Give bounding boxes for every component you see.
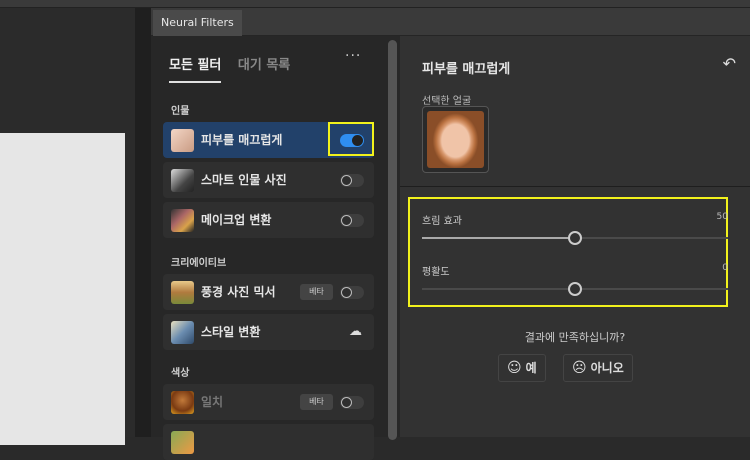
no-label: 아니오 (590, 361, 624, 375)
filter-label: 피부를 매끄럽게 (201, 133, 283, 147)
filter-thumbnail-icon (171, 431, 194, 454)
filter-label: 스타일 변환 (201, 325, 261, 339)
filter-label: 일치 (201, 395, 224, 409)
skin-thumbnail-icon (171, 129, 194, 152)
face-thumbnail (427, 111, 484, 168)
filter-item-harmonization[interactable]: 일치 베타 (163, 384, 374, 420)
smoothness-slider[interactable] (422, 282, 728, 296)
scrollbar[interactable] (386, 36, 400, 440)
filter-item-next[interactable] (163, 424, 374, 460)
smoothness-label: 평활도 (422, 267, 450, 278)
filter-toggle[interactable] (340, 214, 364, 227)
selected-face-label: 선택한 얼굴 (422, 96, 472, 107)
divider (400, 186, 750, 187)
more-options-icon[interactable]: ··· (345, 48, 361, 64)
filter-list-panel: 모든 필터 대기 목록 ··· 인물 피부를 매끄럽게 스마트 인물 사진 메이… (151, 36, 386, 460)
document-area (0, 8, 135, 445)
smoothness-value: 0 (722, 263, 728, 273)
slider-knob[interactable] (568, 231, 582, 245)
beta-badge: 베타 (300, 394, 333, 410)
blur-value: 50 (716, 212, 728, 222)
filter-label: 스마트 인물 사진 (201, 173, 287, 187)
filter-label: 메이크업 변환 (201, 213, 272, 227)
filter-item-smart-portrait[interactable]: 스마트 인물 사진 (163, 162, 374, 198)
tab-all-filters[interactable]: 모든 필터 (169, 54, 222, 83)
filter-toggle[interactable] (340, 174, 364, 187)
section-creative: 크리에이티브 (171, 258, 227, 269)
document-canvas[interactable] (0, 133, 125, 445)
blur-slider[interactable] (422, 231, 728, 245)
tab-wait-list[interactable]: 대기 목록 (238, 54, 290, 73)
filter-label: 풍경 사진 믹서 (201, 285, 276, 299)
beta-badge: 베타 (300, 284, 333, 300)
selected-face-button[interactable] (422, 106, 489, 173)
landscape-thumbnail-icon (171, 281, 194, 304)
style-thumbnail-icon (171, 321, 194, 344)
no-button[interactable]: ☹ 아니오 (563, 354, 633, 382)
slider-knob[interactable] (568, 282, 582, 296)
panel-separator (135, 8, 151, 437)
section-color: 색상 (171, 368, 190, 379)
filter-settings-panel: 피부를 매끄럽게 ↶ 선택한 얼굴 흐림 효과 50 평활도 0 결과에 만족하… (400, 36, 750, 437)
filter-toggle[interactable] (340, 286, 364, 299)
filter-title: 피부를 매끄럽게 (422, 62, 511, 77)
filter-item-makeup-transfer[interactable]: 메이크업 변환 (163, 202, 374, 238)
portrait-thumbnail-icon (171, 169, 194, 192)
reset-icon[interactable]: ↶ (723, 54, 736, 73)
section-portrait: 인물 (171, 106, 190, 117)
scrollbar-thumb[interactable] (388, 40, 397, 440)
filter-item-style-transfer[interactable]: 스타일 변환 ☁ (163, 314, 374, 350)
panel-tab-bar: Neural Filters (151, 8, 750, 36)
top-bar (0, 0, 750, 8)
smile-icon: ☺ (507, 360, 522, 376)
blur-label: 흐림 효과 (422, 216, 462, 227)
yes-label: 예 (525, 361, 537, 375)
yes-button[interactable]: ☺ 예 (498, 354, 546, 382)
cloud-download-icon[interactable]: ☁ (349, 324, 362, 339)
feedback-question: 결과에 만족하십니까? (524, 331, 626, 344)
filter-toggle[interactable] (340, 396, 364, 409)
frown-icon: ☹ (572, 360, 587, 376)
makeup-thumbnail-icon (171, 209, 194, 232)
tab-neural-filters[interactable]: Neural Filters (153, 10, 242, 36)
highlight-box (328, 122, 374, 156)
filter-item-landscape-mixer[interactable]: 풍경 사진 믹서 베타 (163, 274, 374, 310)
harmonize-thumbnail-icon (171, 391, 194, 414)
